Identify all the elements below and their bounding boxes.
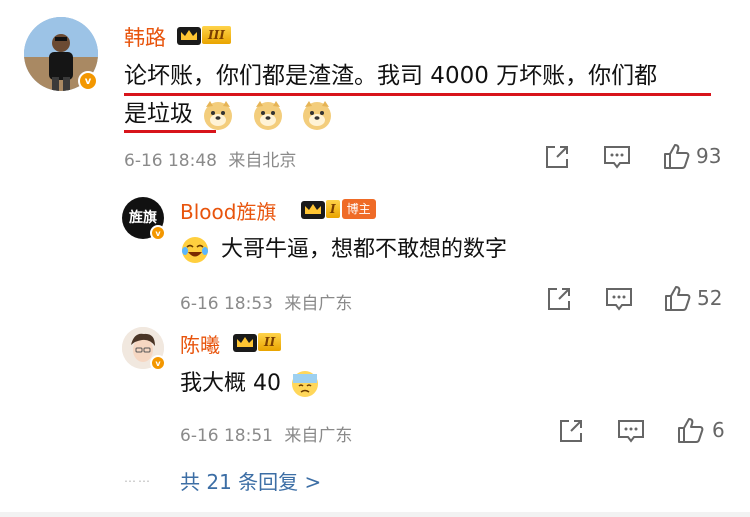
laugh-cry-emoji-icon bbox=[182, 237, 208, 263]
reply-time: 6-16 18:53 bbox=[180, 294, 273, 314]
reply-author-name[interactable]: Blood旌旗 bbox=[180, 196, 276, 225]
comment-icon bbox=[606, 288, 632, 311]
share-icon bbox=[560, 420, 582, 442]
member-level-text: I bbox=[326, 200, 340, 218]
share-icon bbox=[548, 288, 570, 310]
comment-text-line2: 是垃圾 bbox=[124, 96, 333, 132]
sweat-emoji-icon bbox=[292, 371, 318, 397]
like-button[interactable]: 52 bbox=[663, 284, 722, 312]
member-level-text: III bbox=[202, 26, 231, 44]
reply-timestamp: 6-16 18:53 来自广东 bbox=[180, 289, 352, 314]
text-underline-short bbox=[124, 130, 216, 133]
like-count: 6 bbox=[712, 418, 725, 442]
like-icon bbox=[665, 286, 691, 311]
member-level-badge: I 博主 bbox=[300, 198, 376, 220]
crown-icon bbox=[177, 27, 201, 45]
comment-icon bbox=[604, 146, 630, 169]
like-icon bbox=[678, 418, 704, 443]
share-button[interactable] bbox=[546, 286, 572, 312]
view-more-replies-link[interactable]: 共 21 条回复 > bbox=[180, 466, 321, 495]
reply-source: 来自广东 bbox=[284, 294, 353, 314]
crown-icon bbox=[301, 201, 325, 219]
like-count: 93 bbox=[696, 144, 722, 168]
reply-text: 我大概 40 bbox=[180, 366, 320, 402]
doge-emoji-icon bbox=[204, 100, 233, 130]
comment-author-name[interactable]: 韩路 bbox=[124, 22, 166, 52]
member-level-badge: III bbox=[176, 24, 231, 46]
comment-button[interactable] bbox=[603, 144, 631, 170]
comment-icon bbox=[618, 420, 644, 443]
reply-timestamp: 6-16 18:51 来自广东 bbox=[180, 421, 352, 446]
verified-badge-icon: v bbox=[150, 355, 166, 371]
member-level-text: II bbox=[258, 333, 282, 351]
share-icon bbox=[546, 146, 568, 168]
verified-badge-icon: v bbox=[150, 225, 166, 241]
comment-text-line2-text: 是垃圾 bbox=[124, 101, 193, 127]
comment-button[interactable] bbox=[605, 286, 633, 312]
crown-icon bbox=[233, 334, 257, 352]
like-button[interactable]: 93 bbox=[662, 142, 721, 170]
comment-time: 6-16 18:48 bbox=[124, 151, 217, 171]
reply-source: 来自广东 bbox=[284, 426, 353, 446]
doge-emoji-icon bbox=[302, 100, 331, 130]
comment-timestamp: 6-16 18:48 来自北京 bbox=[124, 146, 296, 171]
like-icon bbox=[664, 144, 690, 169]
verified-badge-icon: v bbox=[78, 71, 98, 91]
reply-time: 6-16 18:51 bbox=[180, 426, 273, 446]
blogger-badge: 博主 bbox=[341, 199, 376, 219]
reply-text-content: 大哥牛逼，想都不敢想的数字 bbox=[221, 237, 508, 262]
section-divider bbox=[0, 512, 750, 517]
share-button[interactable] bbox=[558, 418, 584, 444]
comment-source: 来自北京 bbox=[228, 151, 297, 171]
thread-dots: ⋯⋯ bbox=[124, 474, 152, 488]
share-button[interactable] bbox=[544, 144, 570, 170]
doge-emoji-icon bbox=[253, 100, 282, 130]
like-count: 52 bbox=[697, 286, 723, 310]
reply-text: 大哥牛逼，想都不敢想的数字 bbox=[180, 232, 507, 268]
comment-text-line1: 论坏账，你们都是渣渣。我司 4000 万坏账，你们都 bbox=[124, 63, 658, 89]
like-button[interactable]: 6 bbox=[676, 416, 725, 444]
reply-author-name[interactable]: 陈曦 bbox=[180, 329, 220, 358]
member-level-badge: II bbox=[232, 331, 282, 353]
reply-text-content: 我大概 40 bbox=[180, 371, 281, 396]
comment-button[interactable] bbox=[617, 418, 645, 444]
